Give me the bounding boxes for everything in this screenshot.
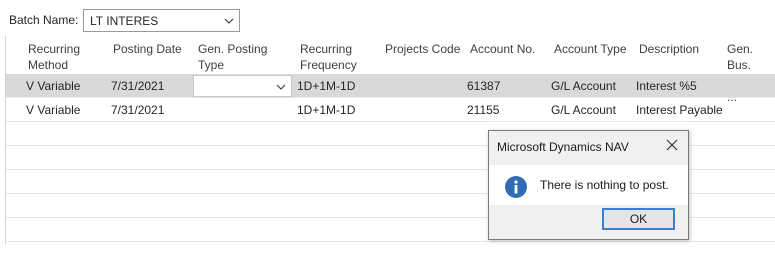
info-icon xyxy=(505,176,527,198)
cell-account-type[interactable]: G/L Account xyxy=(551,103,616,117)
gen-posting-type-select[interactable] xyxy=(193,75,292,97)
cell-recurring-method[interactable]: V Variable xyxy=(26,103,80,117)
cell-account-no[interactable]: 61387 xyxy=(467,79,500,93)
cell-recurring-method[interactable]: V Variable xyxy=(26,79,80,93)
column-header-description[interactable]: Description xyxy=(639,41,699,57)
cell-posting-date[interactable]: 7/31/2021 xyxy=(111,103,164,117)
close-icon[interactable] xyxy=(666,139,678,151)
table-row[interactable]: V Variable 7/31/2021 1D+1M-1D 61387 G/L … xyxy=(6,74,775,98)
cell-recurring-frequency[interactable]: 1D+1M-1D xyxy=(297,103,355,117)
column-header-recurring-method[interactable]: Recurring Method xyxy=(28,41,80,73)
cell-account-type[interactable]: G/L Account xyxy=(551,79,616,93)
column-header-posting-date[interactable]: Posting Date xyxy=(113,41,182,57)
chevron-down-icon[interactable] xyxy=(224,16,234,26)
cell-posting-date[interactable]: 7/31/2021 xyxy=(111,79,164,93)
dialog-title: Microsoft Dynamics NAV xyxy=(497,140,629,154)
ok-button[interactable]: OK xyxy=(602,208,675,230)
column-header-account-type[interactable]: Account Type xyxy=(554,41,627,57)
cell-account-no[interactable]: 21155 xyxy=(467,103,499,117)
batch-name-label: Batch Name: xyxy=(9,13,79,27)
cell-description[interactable]: Interest %5 xyxy=(636,79,697,93)
column-header-projects-code[interactable]: Projects Code xyxy=(385,41,460,57)
chevron-down-icon[interactable] xyxy=(276,82,286,92)
grid-header: Recurring Method Posting Date Gen. Postin… xyxy=(6,36,775,104)
column-header-recurring-frequency[interactable]: Recurring Frequency xyxy=(300,41,357,73)
batch-bar: Batch Name: LT INTERES xyxy=(0,0,775,36)
message-dialog: Microsoft Dynamics NAV There is nothing … xyxy=(488,130,689,240)
cell-recurring-frequency[interactable]: 1D+1M-1D xyxy=(297,79,355,93)
column-header-account-no[interactable]: Account No. xyxy=(470,41,535,57)
cell-description[interactable]: Interest Payable xyxy=(636,103,723,117)
batch-name-select[interactable]: LT INTERES xyxy=(83,9,240,32)
column-header-gen-posting-type[interactable]: Gen. Posting Type xyxy=(198,41,267,73)
batch-name-value: LT INTERES xyxy=(90,14,159,28)
dialog-message: There is nothing to post. xyxy=(540,178,669,192)
dialog-body: There is nothing to post. xyxy=(489,165,688,205)
table-row[interactable]: V Variable 7/31/2021 1D+1M-1D 21155 G/L … xyxy=(6,98,775,122)
